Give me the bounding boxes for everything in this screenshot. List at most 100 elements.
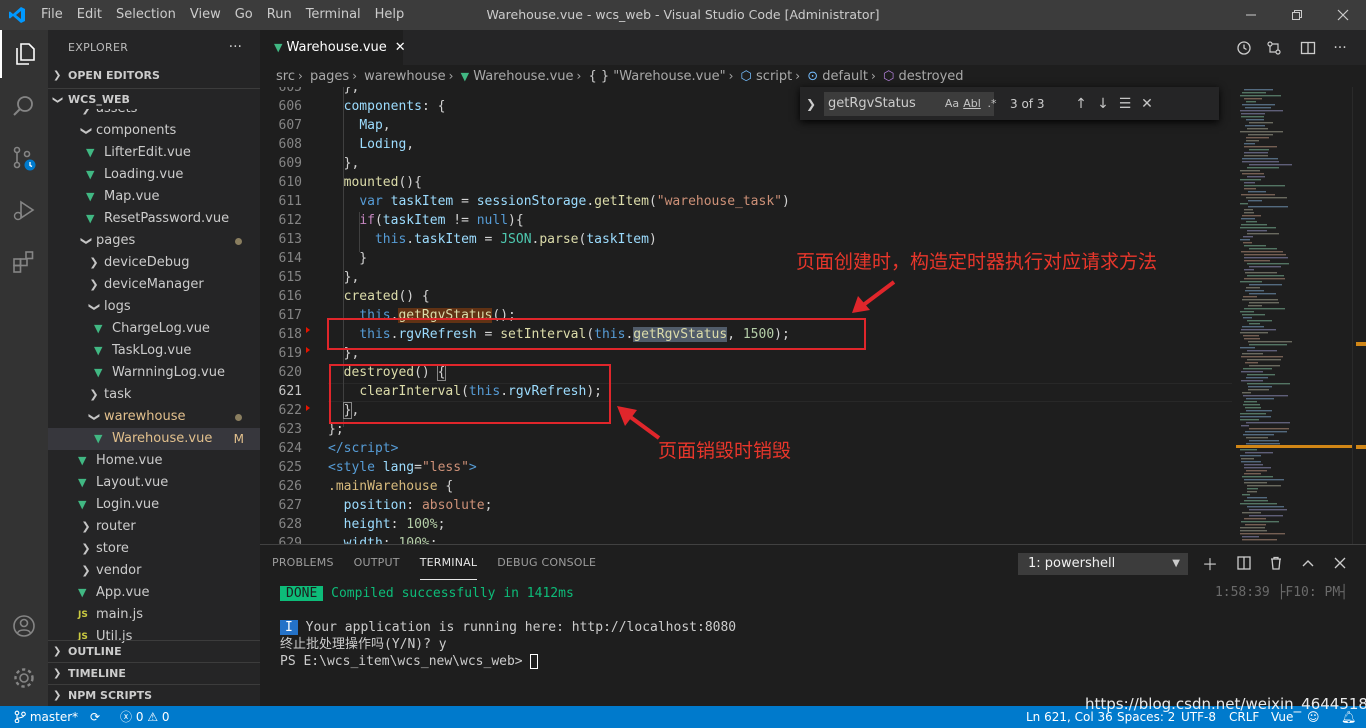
menu-file[interactable]: File [34,0,70,30]
maximize-panel-icon[interactable] [1298,553,1318,573]
toggle-replace-icon[interactable]: ❯ [800,97,822,111]
breadcrumb-src[interactable]: src [276,69,295,84]
tree-file[interactable]: ▼ WarnningLog.vue [48,362,260,384]
breadcrumb-method[interactable]: destroyed [898,69,963,84]
tree-folder[interactable]: ❯ task [48,384,260,406]
new-terminal-icon[interactable]: ＋ [1200,553,1220,574]
code-editor[interactable]: 605 }, 606 components: { 607 Map, 608 Lo… [260,87,1236,544]
menu-edit[interactable]: Edit [70,0,109,30]
sync-icon[interactable]: ⟳ [90,706,100,728]
find-widget: ❯ Aa Abl .* 3 of 3 ↑ ↓ ☰ ✕ [800,87,1219,120]
editor-scrollbar[interactable] [1352,87,1366,544]
menu-view[interactable]: View [183,0,228,30]
tab-warehouse-vue[interactable]: ▼ Warehouse.vue ✕ [260,30,406,65]
tree-file[interactable]: ▼ Loading.vue [48,164,260,186]
tree-item-label: Loading.vue [104,167,184,182]
breadcrumb-pages[interactable]: pages [310,69,349,84]
tree-folder[interactable]: ❯ store [48,538,260,560]
find-in-selection-icon[interactable]: ☰ [1114,96,1136,112]
match-whole-word-icon[interactable]: Abl [962,97,982,110]
minimap-line [1240,332,1268,334]
chevron-right-icon: ❯ [80,109,92,120]
tree-folder[interactable]: ❯ components [48,120,260,142]
minimap-line [1245,452,1273,454]
tree-file[interactable]: ▼ TaskLog.vue [48,340,260,362]
extensions-icon[interactable] [0,238,48,286]
tree-folder[interactable]: ❯ warewhouse [48,406,260,428]
restore-button[interactable] [1274,0,1320,30]
source-control-icon[interactable] [0,134,48,182]
tree-folder[interactable]: ❯ deviceDebug [48,252,260,274]
timeline-header[interactable]: ❯ TIMELINE [48,662,260,684]
next-match-icon[interactable]: ↓ [1092,96,1114,112]
minimap[interactable] [1236,87,1352,544]
tree-folder[interactable]: ❯ vendor [48,560,260,582]
tree-file[interactable]: ▼ LifterEdit.vue [48,142,260,164]
close-tab-icon[interactable]: ✕ [395,40,406,55]
tree-file[interactable]: ▼ ResetPassword.vue [48,208,260,230]
trash-icon[interactable] [1266,553,1286,573]
branch-status[interactable]: master* [14,706,78,728]
breadcrumb-script[interactable]: script [756,69,792,84]
menu-terminal[interactable]: Terminal [299,0,368,30]
tree-file[interactable]: ▼ Warehouse.vue M [48,428,260,450]
npm-scripts-header[interactable]: ❯ NPM SCRIPTS [48,684,260,706]
minimize-button[interactable] [1228,0,1274,30]
tab-debug-console[interactable]: DEBUG CONSOLE [497,545,596,580]
minimap-line [1242,392,1251,394]
tab-terminal[interactable]: TERMINAL [419,545,478,580]
tree-file[interactable]: ▼ App.vue [48,582,260,604]
tree-file[interactable]: ▼ Layout.vue [48,472,260,494]
terminal-select[interactable]: 1: powershell ▼ [1018,553,1188,575]
tree-folder[interactable]: ❯ assets [48,109,260,120]
tree-folder[interactable]: ❯ pages [48,230,260,252]
accounts-icon[interactable] [0,602,48,650]
timeline-history-icon[interactable] [1234,38,1254,58]
more-actions-icon[interactable]: ··· [229,30,242,65]
tree-folder[interactable]: ❯ logs [48,296,260,318]
tree-file[interactable]: ▼ Login.vue [48,494,260,516]
breadcrumb-component[interactable]: "Warehouse.vue" [613,69,725,84]
menu-go[interactable]: Go [228,0,260,30]
breadcrumb-default[interactable]: default [822,69,868,84]
tree-file[interactable]: ▼ Home.vue [48,450,260,472]
tree-file[interactable]: ▼ Map.vue [48,186,260,208]
destroyed-highlight-box [329,364,611,424]
search-icon[interactable] [0,82,48,130]
workspace-header[interactable]: ❯ WCS_WEB [48,88,260,110]
explorer-icon[interactable] [0,30,48,78]
created-annotation: 页面创建时，构造定时器执行对应请求方法 [796,251,1158,273]
outline-header[interactable]: ❯ OUTLINE [48,640,260,662]
tree-item-label: Home.vue [96,453,163,468]
line-number: 619 [278,346,302,361]
tree-folder[interactable]: ❯ router [48,516,260,538]
close-window-button[interactable] [1320,0,1366,30]
close-find-icon[interactable]: ✕ [1136,96,1158,112]
more-actions-icon[interactable]: ··· [1330,38,1350,58]
open-editors-header[interactable]: ❯ OPEN EDITORS [48,65,260,87]
tree-file[interactable]: JS main.js [48,604,260,626]
menu-run[interactable]: Run [260,0,299,30]
run-debug-icon[interactable] [0,186,48,234]
use-regex-icon[interactable]: .* [982,97,1002,110]
menu-help[interactable]: Help [368,0,412,30]
tab-problems[interactable]: PROBLEMS [272,545,334,580]
open-changes-icon[interactable] [1264,38,1284,58]
breadcrumb-warewhouse[interactable]: warewhouse [364,69,446,84]
tab-output[interactable]: OUTPUT [354,545,400,580]
problems-status[interactable]: ⓧ 0 ⚠ 0 [120,706,170,728]
split-editor-icon[interactable] [1298,38,1318,58]
split-terminal-icon[interactable] [1234,553,1254,573]
menu-selection[interactable]: Selection [109,0,183,30]
settings-gear-icon[interactable] [0,654,48,702]
previous-match-icon[interactable]: ↑ [1070,96,1092,112]
terminal-output[interactable]: DONE Compiled successfully in 1412ms I Y… [280,585,1350,705]
close-panel-icon[interactable] [1330,553,1350,573]
minimap-line [1240,527,1265,529]
minimap-line [1241,218,1255,220]
git-status-badge: M [233,432,244,446]
tree-folder[interactable]: ❯ deviceManager [48,274,260,296]
tree-file[interactable]: ▼ ChargeLog.vue [48,318,260,340]
match-case-icon[interactable]: Aa [942,97,962,110]
breadcrumb-file[interactable]: Warehouse.vue [473,69,573,84]
